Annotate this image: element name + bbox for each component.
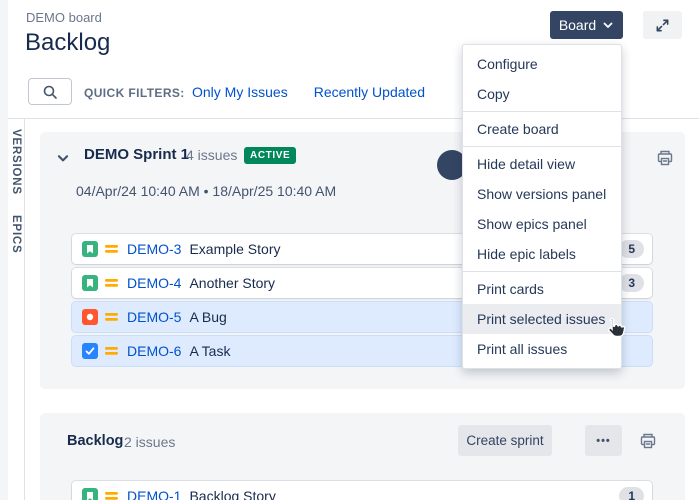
menu-divider — [463, 271, 621, 272]
issue-row[interactable]: DEMO-1 Backlog Story 1 — [72, 481, 652, 500]
sprint-name: DEMO Sprint 1 — [84, 146, 189, 163]
search-icon — [42, 84, 58, 100]
quick-filter-link[interactable]: Only My Issues — [192, 84, 288, 100]
board-dropdown-menu: Configure Copy Create board Hide detail … — [462, 44, 622, 369]
quick-filters: Only My Issues Recently Updated — [192, 84, 425, 100]
menu-item-label: Show versions panel — [477, 186, 606, 202]
search-input[interactable] — [28, 78, 72, 105]
issue-summary: Example Story — [189, 241, 280, 257]
menu-item[interactable]: Print cards — [463, 274, 621, 304]
backlog-section: Backlog 2 issues Create sprint ••• DEMO-… — [40, 413, 685, 500]
quick-filters-label: QUICK FILTERS: — [84, 86, 185, 100]
chevron-down-icon — [56, 151, 70, 165]
printer-icon — [638, 431, 658, 451]
menu-item[interactable]: Print selected issues — [463, 304, 621, 334]
priority-medium-icon — [105, 491, 118, 500]
sprint-date-range: 04/Apr/24 10:40 AM • 18/Apr/25 10:40 AM — [76, 183, 336, 199]
menu-item[interactable]: Configure — [463, 49, 621, 79]
backlog-issue-list: DEMO-1 Backlog Story 1 — [72, 481, 652, 500]
priority-medium-icon — [105, 244, 118, 254]
story-icon — [82, 241, 98, 257]
menu-item-label: Hide epic labels — [477, 246, 576, 262]
menu-item[interactable]: Show epics panel — [463, 209, 621, 239]
issue-summary: Another Story — [189, 275, 275, 291]
menu-item-label: Print all issues — [477, 341, 567, 357]
menu-item-label: Configure — [477, 56, 538, 72]
sidebar-panel-tab-versions[interactable]: VERSIONS — [10, 129, 22, 195]
sidebar-panel-tab-epics[interactable]: EPICS — [10, 215, 22, 254]
sprint-status-badge: ACTIVE — [244, 147, 296, 164]
menu-item-label: Print selected issues — [477, 311, 605, 327]
issue-key-link[interactable]: DEMO-3 — [127, 241, 181, 257]
expand-icon — [655, 18, 670, 33]
menu-divider — [463, 146, 621, 147]
more-actions-button[interactable]: ••• — [585, 425, 622, 456]
menu-item[interactable]: Hide epic labels — [463, 239, 621, 269]
backlog-name: Backlog — [67, 433, 123, 449]
issue-summary: A Task — [189, 343, 230, 359]
sprint-collapse-button[interactable] — [54, 149, 72, 167]
print-sprint-button[interactable] — [654, 147, 676, 169]
estimate-badge: 1 — [619, 487, 644, 500]
create-sprint-button[interactable]: Create sprint — [458, 425, 552, 456]
page-title: Backlog — [25, 29, 110, 57]
issue-summary: Backlog Story — [189, 488, 275, 500]
issue-summary: A Bug — [189, 309, 226, 325]
sprint-issue-count: 4 issues — [186, 147, 237, 163]
bug-icon — [82, 309, 98, 325]
priority-medium-icon — [105, 312, 118, 322]
more-icon: ••• — [596, 435, 611, 447]
priority-medium-icon — [105, 278, 118, 288]
chevron-down-icon — [602, 19, 614, 31]
left-rail — [0, 0, 8, 500]
priority-medium-icon — [105, 346, 118, 356]
collapsed-panels-sidebar: VERSIONS EPICS — [8, 119, 25, 500]
backlog-page: VERSIONS EPICS DEMO board Backlog Board Q… — [0, 0, 699, 500]
story-icon — [82, 488, 98, 500]
menu-item-label: Create board — [477, 121, 559, 137]
backlog-issue-count: 2 issues — [124, 434, 175, 450]
board-menu-button-label: Board — [559, 17, 596, 33]
menu-divider — [463, 111, 621, 112]
menu-item-label: Hide detail view — [477, 156, 575, 172]
print-backlog-button[interactable] — [637, 430, 659, 452]
story-icon — [82, 275, 98, 291]
menu-item-label: Copy — [477, 86, 510, 102]
estimate-badge: 5 — [619, 240, 644, 258]
estimate-badge: 3 — [619, 274, 644, 292]
expand-board-button[interactable] — [643, 11, 682, 39]
board-menu-button[interactable]: Board — [550, 11, 623, 39]
issue-key-link[interactable]: DEMO-6 — [127, 343, 181, 359]
menu-item-label: Show epics panel — [477, 216, 587, 232]
menu-item[interactable]: Create board — [463, 114, 621, 144]
issue-key-link[interactable]: DEMO-1 — [127, 488, 181, 500]
menu-item[interactable]: Hide detail view — [463, 149, 621, 179]
issue-key-link[interactable]: DEMO-5 — [127, 309, 181, 325]
task-icon — [82, 343, 98, 359]
quick-filter-link[interactable]: Recently Updated — [314, 84, 425, 100]
menu-item-label: Print cards — [477, 281, 544, 297]
menu-item[interactable]: Show versions panel — [463, 179, 621, 209]
issue-key-link[interactable]: DEMO-4 — [127, 275, 181, 291]
breadcrumb: DEMO board — [26, 10, 102, 25]
menu-item[interactable]: Copy — [463, 79, 621, 109]
printer-icon — [655, 148, 675, 168]
menu-item[interactable]: Print all issues — [463, 334, 621, 364]
